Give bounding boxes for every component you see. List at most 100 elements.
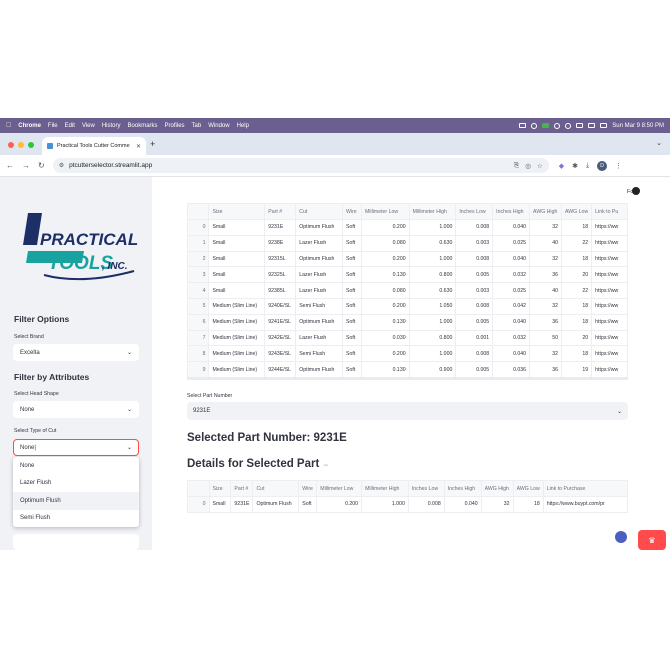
dropdown-option-lazer-flush[interactable]: Lazer Flush [13,475,139,493]
column-header[interactable]: Link to Pu [591,203,628,220]
control-center-icon[interactable] [600,123,608,128]
back-icon[interactable]: ← [6,161,14,170]
parts-dataframe[interactable]: Size Part # Cut Wire Millimeter Low Millimete… [187,203,628,380]
column-header[interactable] [187,203,210,220]
menu-file[interactable]: File [48,123,58,129]
maximize-window-button[interactable] [28,142,34,148]
menu-edit[interactable]: Edit [65,123,75,129]
column-header[interactable]: Cut [252,480,300,497]
column-header[interactable]: AWG Low [561,203,593,220]
column-header[interactable] [187,480,210,497]
column-header[interactable]: Inches High [443,480,482,497]
head-shape-select[interactable]: None ⌄ [13,401,139,418]
menu-tab[interactable]: Tab [192,123,202,129]
dropdown-option-none[interactable]: None [13,457,139,475]
table-row[interactable]: 5 Medium (Slim Line) 9240E/SL Semi Flush Sof… [187,297,628,315]
column-header[interactable]: Millimeter Low [316,480,363,497]
column-header[interactable]: Part # [230,480,254,497]
streamlit-status-icon[interactable] [615,531,627,543]
column-header[interactable]: Inches High [492,203,531,220]
menu-help[interactable]: Help [237,123,249,129]
browser-tab[interactable]: Practical Tools Cutter Comme ✕ [42,137,146,155]
column-header[interactable]: Wire [298,480,318,497]
forward-icon[interactable]: → [22,161,30,170]
column-header[interactable]: Link to Purchase [542,480,628,497]
close-window-button[interactable] [8,142,14,148]
column-header[interactable]: Millimeter Low [360,203,410,220]
extensions-puzzle-icon[interactable]: ✱ [572,162,578,170]
table-row[interactable]: 8 Medium (Slim Line) 9243E/SL Semi Flush Sof… [187,345,628,363]
menu-app-name[interactable]: Chrome [18,123,41,129]
menu-history[interactable]: History [102,123,121,129]
keyboard-icon[interactable] [519,123,527,128]
download-icon[interactable]: ⤓ [586,162,589,170]
address-bar[interactable]: ⚙ ptcutterselector.streamlit.app ⎘ ◎ ☆ [52,158,549,173]
table-row[interactable]: 7 Medium (Slim Line) 9242E/SL Lazer Flush So… [187,329,628,347]
hide-icon[interactable]: ◎ [525,162,531,170]
column-header[interactable]: Millimeter High [361,480,409,497]
table-row[interactable]: 9 Medium (Slim Line) 9244E/SL Optimum Flush… [187,361,628,378]
column-header[interactable]: Size [208,480,232,497]
battery-app-icon[interactable] [542,123,550,128]
apple-icon[interactable]:  [6,122,11,129]
menu-clock[interactable]: Sun Mar 9 8:50 PM [612,123,664,129]
battery-icon[interactable] [588,123,596,128]
profile-avatar[interactable]: D [597,160,608,171]
column-header[interactable]: Part # [264,203,297,220]
table-row[interactable]: 6 Medium (Slim Line) 9241E/SL Optimum Flush… [187,313,628,331]
reload-icon[interactable]: ↻ [38,161,45,170]
details-dataframe[interactable]: Size Part # Cut Wire Millimeter Low Millimete… [187,480,628,514]
menu-profiles[interactable]: Profiles [165,123,185,129]
address-url[interactable]: ptcutterselector.streamlit.app [69,162,514,169]
part-number-select[interactable]: 9231E ⌄ [187,402,628,420]
table-row[interactable]: 4 Small 92385L Lazer Flush Soft 0.080 0.630 0.0… [187,282,628,299]
menu-bookmarks[interactable]: Bookmarks [128,123,158,129]
extension-icon[interactable]: ◆ [559,162,564,170]
column-header[interactable]: Size [208,203,266,220]
table-row[interactable]: 3 Small 92325L Lazer Flush Soft 0.130 0.800 0.0… [187,266,628,284]
tab-title: Practical Tools Cutter Comme [57,143,130,149]
streamlit-crown-button[interactable]: ♛ [638,530,666,550]
table-row[interactable]: 1 Small 9238E Lazer Flush Soft 0.080 0.630 0.00… [187,234,628,252]
tab-search-chevron-icon[interactable]: ⌄ [656,139,662,147]
new-tab-icon[interactable]: + [150,139,155,149]
column-header[interactable]: Millimeter High [408,203,457,220]
hidden-input-behind-dropdown[interactable] [13,534,139,550]
minimize-window-button[interactable] [18,142,24,148]
table-cell: 1.000 [408,345,457,363]
table-cell: https://ww [591,219,628,236]
table-row[interactable]: 0 Small 9231E Optimum Flush Soft 0.200 1.000 0.… [187,219,628,236]
table-row[interactable]: 2 Small 92315L Optimum Flush Soft 0.200 1.000 0… [187,250,628,268]
focus-icon[interactable] [531,122,538,129]
close-tab-icon[interactable]: ✕ [136,143,141,150]
dropdown-option-semi-flush[interactable]: Semi Flush [13,510,139,528]
table-cell: Semi Flush [295,297,343,315]
record-icon[interactable] [554,122,561,129]
install-app-icon[interactable]: ⎘ [514,162,519,170]
bookmark-star-icon[interactable]: ☆ [537,162,543,170]
screen:  Chrome File Edit View History Bookmark… [0,0,670,670]
spotlight-icon[interactable] [565,122,572,129]
column-header[interactable]: AWG High [529,203,563,220]
menu-view[interactable]: View [82,123,95,129]
column-header[interactable]: Inches Low [455,203,494,220]
menu-window[interactable]: Window [208,123,229,129]
type-of-cut-select-value[interactable]: None [20,445,34,451]
type-of-cut-select[interactable]: None | ⌄ [13,439,139,456]
kebab-menu-icon[interactable]: ⋮ [615,162,622,170]
site-settings-icon[interactable]: ⚙ [59,162,64,169]
table-row[interactable]: 0 Small 9231E Optimum Flush Soft 0.200 1.000 0.… [187,496,628,513]
anchor-link-icon[interactable]: ⇔ [322,462,329,469]
table-scrollbar[interactable] [187,377,628,380]
wifi-icon[interactable] [576,123,584,128]
column-header[interactable]: Wire [342,203,362,220]
column-header[interactable]: AWG High [480,480,514,497]
github-icon[interactable] [632,187,640,195]
column-header[interactable]: Cut [295,203,343,220]
table-cell: Soft [342,361,362,378]
column-header[interactable]: Inches Low [407,480,445,497]
dropdown-option-optimum-flush[interactable]: Optimum Flush [13,492,139,510]
brand-select[interactable]: Excelta ⌄ [13,344,139,361]
table-cell: 36 [529,313,563,331]
column-header[interactable]: AWG Low [512,480,544,497]
